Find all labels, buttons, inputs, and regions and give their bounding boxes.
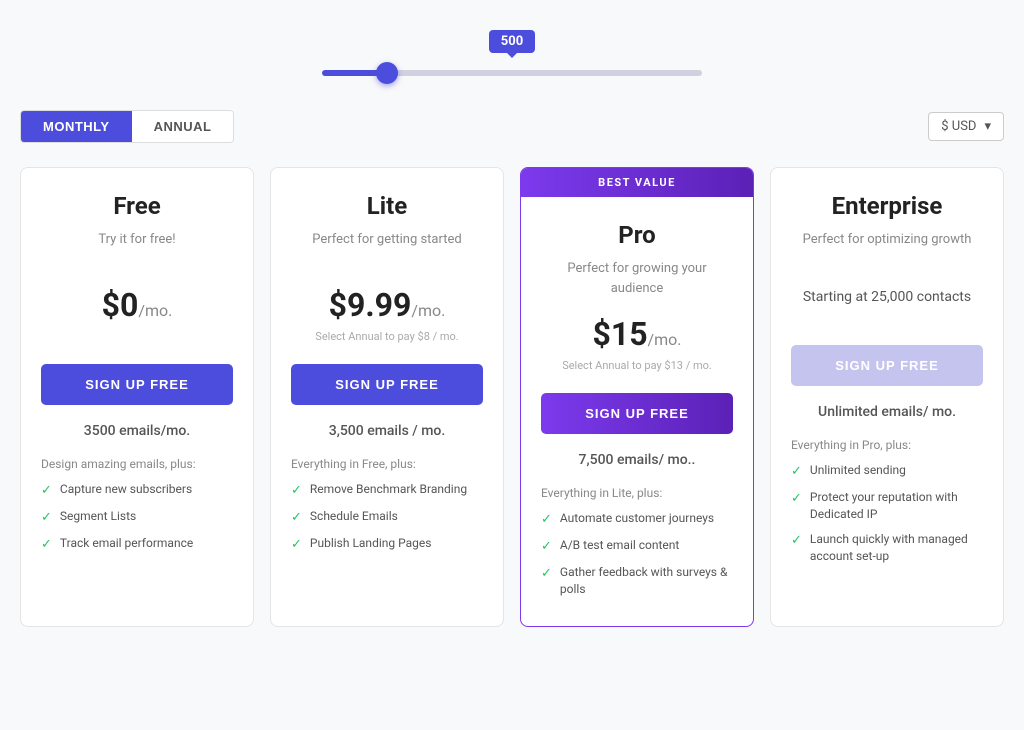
slider-section: 500 [20, 20, 1004, 80]
billing-toggle: MONTHLY ANNUAL [20, 110, 234, 143]
plan-emails-pro: 7,500 emails/ mo.. [541, 452, 733, 468]
feature-item: ✓ Launch quickly with managed account se… [791, 531, 983, 565]
page-wrapper: 500 MONTHLY ANNUAL $ USD ▾ Free Try it f… [20, 20, 1004, 627]
plan-emails-lite: 3,500 emails / mo. [291, 423, 483, 439]
feature-item: ✓ Capture new subscribers [41, 481, 233, 500]
feature-item: ✓ Protect your reputation with Dedicated… [791, 489, 983, 523]
check-icon: ✓ [791, 532, 802, 550]
chevron-down-icon: ▾ [984, 119, 991, 134]
check-icon: ✓ [541, 538, 552, 556]
plan-name-enterprise: Enterprise [791, 192, 983, 220]
plan-name-lite: Lite [291, 192, 483, 220]
annual-button[interactable]: ANNUAL [132, 111, 234, 142]
feature-item: ✓ Track email performance [41, 535, 233, 554]
check-icon: ✓ [41, 536, 52, 554]
plan-body-pro: Pro Perfect for growing your audience $1… [521, 197, 753, 626]
plan-price-pro: $15/mo. [541, 315, 733, 353]
feature-text: Launch quickly with managed account set-… [810, 531, 983, 565]
slider-value-bubble: 500 [489, 30, 535, 53]
plan-features-list-enterprise: ✓ Unlimited sending ✓ Protect your reput… [791, 462, 983, 572]
plan-price-free: $0/mo. [41, 286, 233, 324]
plan-price-amount: $0 [102, 286, 139, 324]
plan-cta-free[interactable]: SIGN UP FREE [41, 364, 233, 405]
feature-item: ✓ Schedule Emails [291, 508, 483, 527]
check-icon: ✓ [291, 509, 302, 527]
check-icon: ✓ [41, 509, 52, 527]
plan-features-list-lite: ✓ Remove Benchmark Branding ✓ Schedule E… [291, 481, 483, 563]
plan-card-pro: BEST VALUE Pro Perfect for growing your … [520, 167, 754, 627]
plan-price-lite: $9.99/mo. [291, 286, 483, 324]
best-value-banner: BEST VALUE [521, 168, 753, 197]
currency-selector[interactable]: $ USD ▾ [928, 112, 1004, 141]
feature-item: ✓ Gather feedback with surveys & polls [541, 564, 733, 598]
plan-features-header-free: Design amazing emails, plus: [41, 457, 233, 471]
plan-features-header-enterprise: Everything in Pro, plus: [791, 438, 983, 452]
plan-desc-lite: Perfect for getting started [291, 230, 483, 270]
currency-label: $ USD [941, 119, 976, 134]
check-icon: ✓ [291, 536, 302, 554]
feature-item: ✓ Automate customer journeys [541, 510, 733, 529]
billing-row: MONTHLY ANNUAL $ USD ▾ [20, 110, 1004, 143]
feature-text: Publish Landing Pages [310, 535, 432, 552]
plan-name-free: Free [41, 192, 233, 220]
plan-desc-free: Try it for free! [41, 230, 233, 270]
plan-annual-note-free [41, 330, 233, 346]
check-icon: ✓ [41, 482, 52, 500]
plan-price-text: Starting at 25,000 contacts [803, 289, 971, 305]
feature-text: Capture new subscribers [60, 481, 192, 498]
check-icon: ✓ [541, 565, 552, 583]
feature-item: ✓ Publish Landing Pages [291, 535, 483, 554]
plan-price-amount: $15 [592, 315, 647, 353]
feature-text: Unlimited sending [810, 462, 906, 479]
plans-grid: Free Try it for free! $0/mo. SIGN UP FRE… [20, 167, 1004, 627]
feature-item: ✓ Segment Lists [41, 508, 233, 527]
plan-annual-note-enterprise [791, 311, 983, 327]
plan-card-enterprise: Enterprise Perfect for optimizing growth… [770, 167, 1004, 627]
check-icon: ✓ [291, 482, 302, 500]
plan-price-period: /mo. [411, 301, 445, 320]
check-icon: ✓ [541, 511, 552, 529]
plan-emails-enterprise: Unlimited emails/ mo. [791, 404, 983, 420]
plan-card-free: Free Try it for free! $0/mo. SIGN UP FRE… [20, 167, 254, 627]
plan-price-enterprise: Starting at 25,000 contacts [791, 286, 983, 305]
feature-item: ✓ A/B test email content [541, 537, 733, 556]
plan-price-period: /mo. [648, 330, 682, 349]
plan-body-enterprise: Enterprise Perfect for optimizing growth… [771, 168, 1003, 626]
feature-item: ✓ Remove Benchmark Branding [291, 481, 483, 500]
feature-text: Remove Benchmark Branding [310, 481, 467, 498]
check-icon: ✓ [791, 463, 802, 481]
plan-price-period: /mo. [138, 301, 172, 320]
feature-text: Gather feedback with surveys & polls [560, 564, 733, 598]
plan-features-header-lite: Everything in Free, plus: [291, 457, 483, 471]
feature-text: A/B test email content [560, 537, 679, 554]
plan-features-list-pro: ✓ Automate customer journeys ✓ A/B test … [541, 510, 733, 606]
plan-price-amount: $9.99 [329, 286, 412, 324]
feature-text: Protect your reputation with Dedicated I… [810, 489, 983, 523]
plan-body-lite: Lite Perfect for getting started $9.99/m… [271, 168, 503, 626]
feature-item: ✓ Unlimited sending [791, 462, 983, 481]
plan-name-pro: Pro [541, 221, 733, 249]
slider-container [322, 61, 702, 80]
plan-annual-note-lite: Select Annual to pay $8 / mo. [291, 330, 483, 346]
plan-cta-lite[interactable]: SIGN UP FREE [291, 364, 483, 405]
contacts-slider[interactable] [322, 70, 702, 76]
plan-card-lite: Lite Perfect for getting started $9.99/m… [270, 167, 504, 627]
feature-text: Automate customer journeys [560, 510, 714, 527]
plan-desc-pro: Perfect for growing your audience [541, 259, 733, 299]
plan-features-list-free: ✓ Capture new subscribers ✓ Segment List… [41, 481, 233, 563]
feature-text: Track email performance [60, 535, 193, 552]
plan-cta-pro[interactable]: SIGN UP FREE [541, 393, 733, 434]
plan-desc-enterprise: Perfect for optimizing growth [791, 230, 983, 270]
monthly-button[interactable]: MONTHLY [21, 111, 132, 142]
feature-text: Segment Lists [60, 508, 136, 525]
feature-text: Schedule Emails [310, 508, 398, 525]
plan-features-header-pro: Everything in Lite, plus: [541, 486, 733, 500]
plan-emails-free: 3500 emails/mo. [41, 423, 233, 439]
plan-annual-note-pro: Select Annual to pay $13 / mo. [541, 359, 733, 375]
plan-body-free: Free Try it for free! $0/mo. SIGN UP FRE… [21, 168, 253, 626]
plan-cta-enterprise[interactable]: SIGN UP FREE [791, 345, 983, 386]
check-icon: ✓ [791, 490, 802, 508]
